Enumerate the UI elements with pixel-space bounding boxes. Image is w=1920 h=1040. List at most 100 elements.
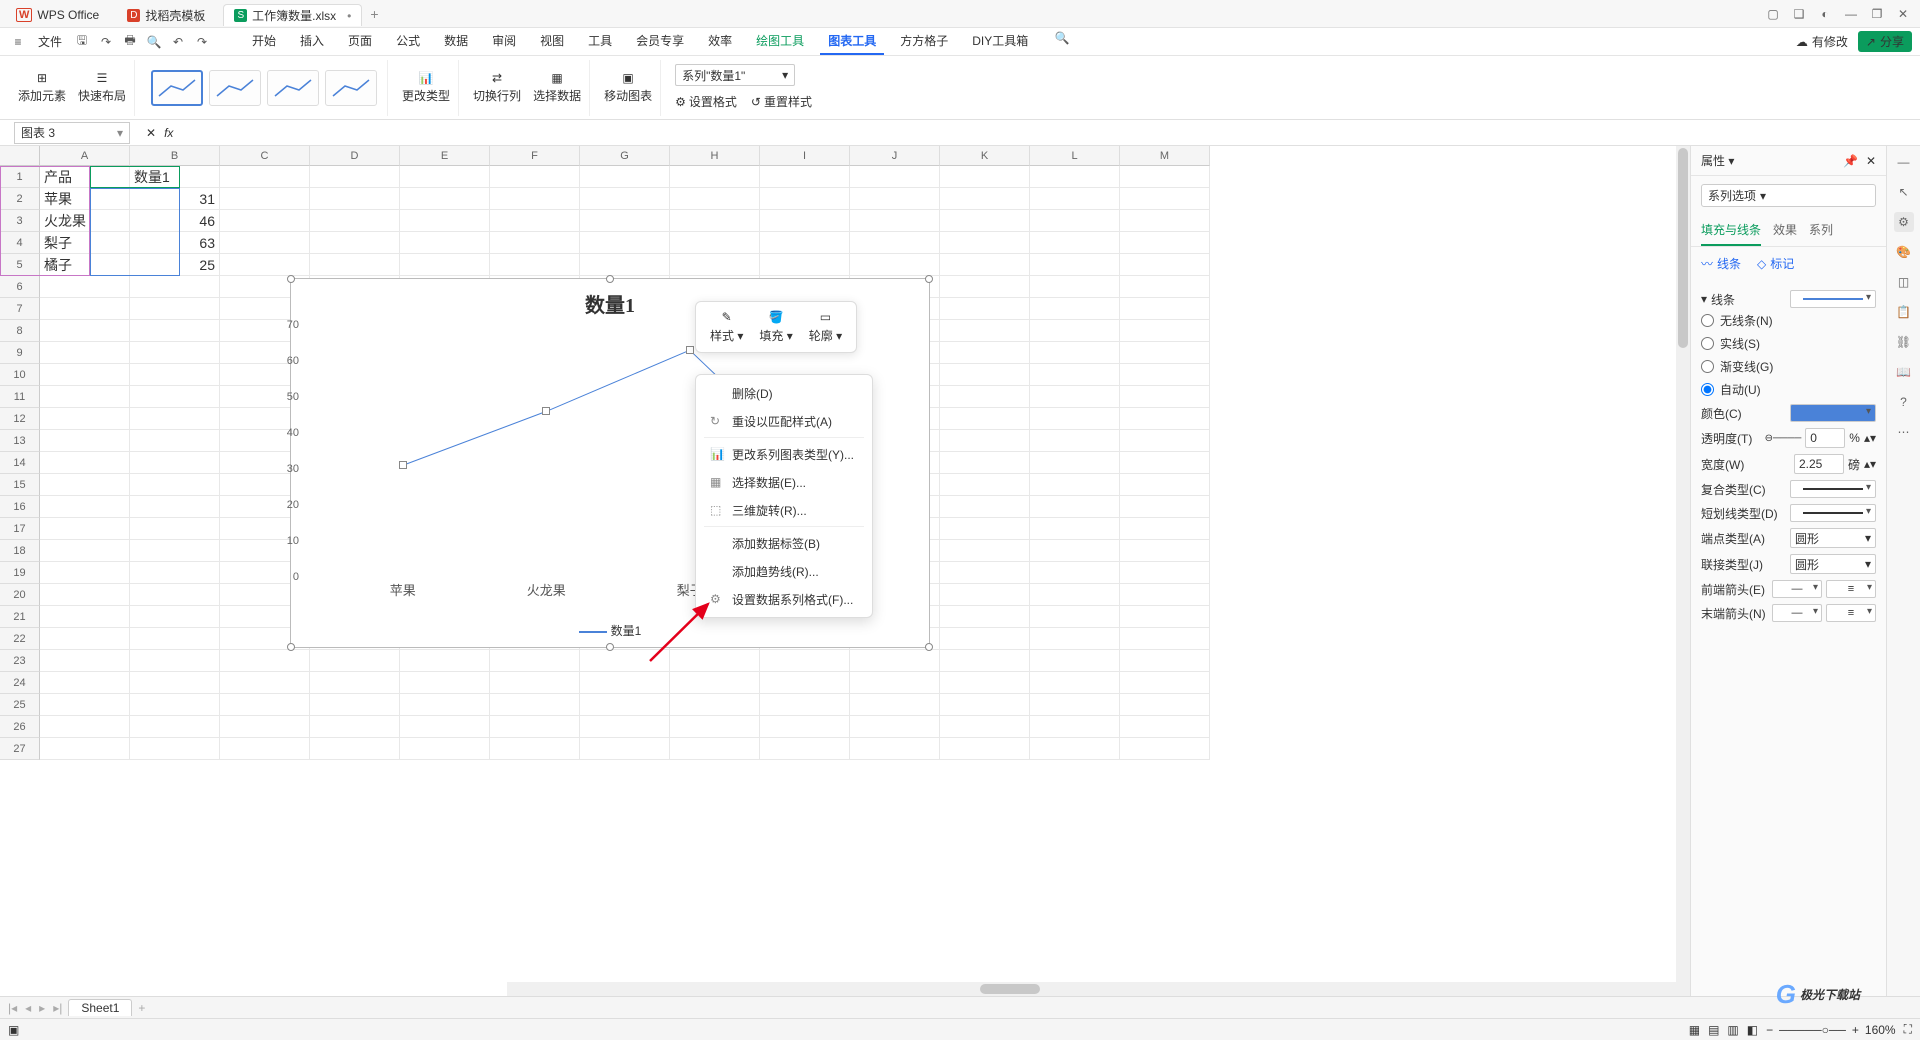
docs-icon[interactable]: ▢ [1766, 7, 1780, 21]
print-quick-icon[interactable]: ↷ [96, 32, 116, 52]
share-button[interactable]: ↗分享 [1858, 31, 1912, 52]
hamburger-icon[interactable]: ≡ [8, 32, 28, 52]
view-page-icon[interactable]: ▤ [1708, 1023, 1719, 1037]
tab-review[interactable]: 审阅 [484, 28, 524, 55]
tab-data[interactable]: 数据 [436, 28, 476, 55]
switch-rowcol-button[interactable]: ⇄切换行列 [473, 71, 521, 104]
line-preview[interactable] [1790, 290, 1876, 308]
zoom-control[interactable]: −─────○──+160% [1766, 1023, 1896, 1037]
collapse-icon[interactable]: — [1894, 152, 1914, 172]
select-data-button[interactable]: ▦选择数据 [533, 71, 581, 104]
cursor-icon[interactable]: ↖ [1894, 182, 1914, 202]
record-icon[interactable]: ▣ [8, 1023, 19, 1037]
tab-ffgz[interactable]: 方方格子 [892, 28, 956, 55]
ctx-item[interactable]: 添加数据标签(B) [696, 529, 872, 557]
view-normal-icon[interactable]: ▦ [1689, 1023, 1700, 1037]
app-tab-file[interactable]: S工作簿数量.xlsx• [223, 4, 362, 26]
set-format-button[interactable]: ⚙设置格式 [675, 93, 737, 110]
mini-outline-button[interactable]: ▭轮廓 ▾ [801, 308, 850, 346]
name-box[interactable]: 图表 3▾ [14, 122, 130, 144]
move-chart-button[interactable]: ▣移动图表 [604, 71, 652, 104]
tab-efficiency[interactable]: 效率 [700, 28, 740, 55]
chart-handle[interactable] [925, 643, 933, 651]
sub-tab-line[interactable]: 〰线条 [1701, 255, 1741, 272]
print-icon[interactable]: 🖶 [120, 32, 140, 52]
tab-tools[interactable]: 工具 [580, 28, 620, 55]
tab-draw-tools[interactable]: 绘图工具 [748, 28, 812, 55]
preview-icon[interactable]: 🔍 [144, 32, 164, 52]
tab-page[interactable]: 页面 [340, 28, 380, 55]
join-select[interactable]: 圆形▾ [1790, 554, 1876, 574]
arrow-end-type[interactable]: — [1772, 604, 1822, 622]
line-radio[interactable]: 无线条(N) [1701, 312, 1876, 329]
stepper-icon[interactable]: ▴▾ [1864, 457, 1876, 471]
tab-member[interactable]: 会员专享 [628, 28, 692, 55]
opacity-input[interactable]: 0 [1805, 428, 1845, 448]
series-selector[interactable]: 系列"数量1"▾ [675, 64, 795, 86]
chart-style-4[interactable] [325, 70, 377, 106]
row-headers[interactable]: 1234567891011121314151617181920212223242… [0, 166, 40, 760]
fullscreen-icon[interactable]: ⛶ [1904, 1022, 1912, 1037]
line-radio[interactable]: 渐变线(G) [1701, 358, 1876, 375]
book-icon[interactable]: 📖 [1894, 362, 1914, 382]
add-element-button[interactable]: ⊞添加元素 [18, 71, 66, 104]
more-icon[interactable]: ⋯ [1894, 422, 1914, 442]
sheet-nav-prev[interactable]: ◂ [23, 1001, 33, 1015]
scrollbar-horizontal[interactable] [507, 982, 1690, 996]
new-tab-button[interactable]: + [370, 6, 378, 22]
side-tab-fill[interactable]: 填充与线条 [1701, 215, 1761, 246]
ctx-item[interactable]: ⚙设置数据系列格式(F)... [696, 585, 872, 613]
dash-select[interactable] [1790, 504, 1876, 522]
chart-style-3[interactable] [267, 70, 319, 106]
sheet-nav-last[interactable]: ▸| [51, 1001, 64, 1015]
redo-icon[interactable]: ↷ [192, 32, 212, 52]
mini-style-button[interactable]: ✎样式 ▾ [702, 308, 751, 346]
ctx-item[interactable]: ↻重设以匹配样式(A) [696, 407, 872, 435]
ctx-item[interactable]: 删除(D) [696, 379, 872, 407]
layers-icon[interactable]: ◫ [1894, 272, 1914, 292]
view-break-icon[interactable]: ▥ [1727, 1023, 1738, 1037]
close-icon[interactable]: ✕ [1896, 7, 1910, 21]
section-line[interactable]: ▾ 线条 [1701, 290, 1876, 308]
spreadsheet[interactable]: ABCDEFGHIJKLM 12345678910111213141516171… [0, 146, 1690, 996]
ctx-item[interactable]: ▦选择数据(E)... [696, 468, 872, 496]
cube-icon[interactable]: ❑ [1792, 7, 1806, 21]
tab-insert[interactable]: 插入 [292, 28, 332, 55]
link-icon[interactable]: ⛓ [1894, 332, 1914, 352]
select-all-corner[interactable] [0, 146, 40, 166]
fx-icon[interactable]: fx [164, 126, 173, 140]
sub-tab-marker[interactable]: ◇标记 [1757, 255, 1794, 272]
save-icon[interactable]: 🖫 [72, 32, 92, 52]
ctx-item[interactable]: 📊更改系列图表类型(Y)... [696, 440, 872, 468]
chart-style-2[interactable] [209, 70, 261, 106]
series-options-dropdown[interactable]: 系列选项▾ [1701, 184, 1876, 207]
chart-style-1[interactable] [151, 70, 203, 106]
minimize-icon[interactable]: — [1844, 7, 1858, 21]
column-headers[interactable]: ABCDEFGHIJKLM [40, 146, 1210, 166]
arrow-start-type[interactable]: — [1772, 580, 1822, 598]
close-panel-icon[interactable]: ✕ [1866, 154, 1876, 168]
avatar-icon[interactable]: ◐ [1818, 7, 1832, 21]
tab-chart-tools[interactable]: 图表工具 [820, 28, 884, 55]
ctx-item[interactable]: 添加趋势线(R)... [696, 557, 872, 585]
tab-view[interactable]: 视图 [532, 28, 572, 55]
quick-layout-button[interactable]: ☰快速布局 [78, 71, 126, 104]
line-radio[interactable]: 自动(U) [1701, 381, 1876, 398]
change-type-button[interactable]: 📊更改类型 [402, 71, 450, 104]
reset-style-button[interactable]: ↺重置样式 [751, 93, 812, 110]
clipboard-icon[interactable]: 📋 [1894, 302, 1914, 322]
sheet-nav-next[interactable]: ▸ [37, 1001, 47, 1015]
pin-icon[interactable]: 📌 [1843, 154, 1858, 168]
chart-handle[interactable] [606, 643, 614, 651]
tab-formula[interactable]: 公式 [388, 28, 428, 55]
add-sheet-button[interactable]: + [136, 1001, 147, 1015]
color-picker[interactable] [1790, 404, 1876, 422]
compound-select[interactable] [1790, 480, 1876, 498]
mini-fill-button[interactable]: 🪣填充 ▾ [751, 308, 800, 346]
app-tab-wps[interactable]: WWPS Office [6, 4, 109, 26]
arrow-start-size[interactable]: ≡ [1826, 580, 1876, 598]
palette-icon[interactable]: 🎨 [1894, 242, 1914, 262]
maximize-icon[interactable]: ❐ [1870, 7, 1884, 21]
side-tab-effect[interactable]: 效果 [1773, 215, 1797, 246]
help-icon[interactable]: ? [1894, 392, 1914, 412]
